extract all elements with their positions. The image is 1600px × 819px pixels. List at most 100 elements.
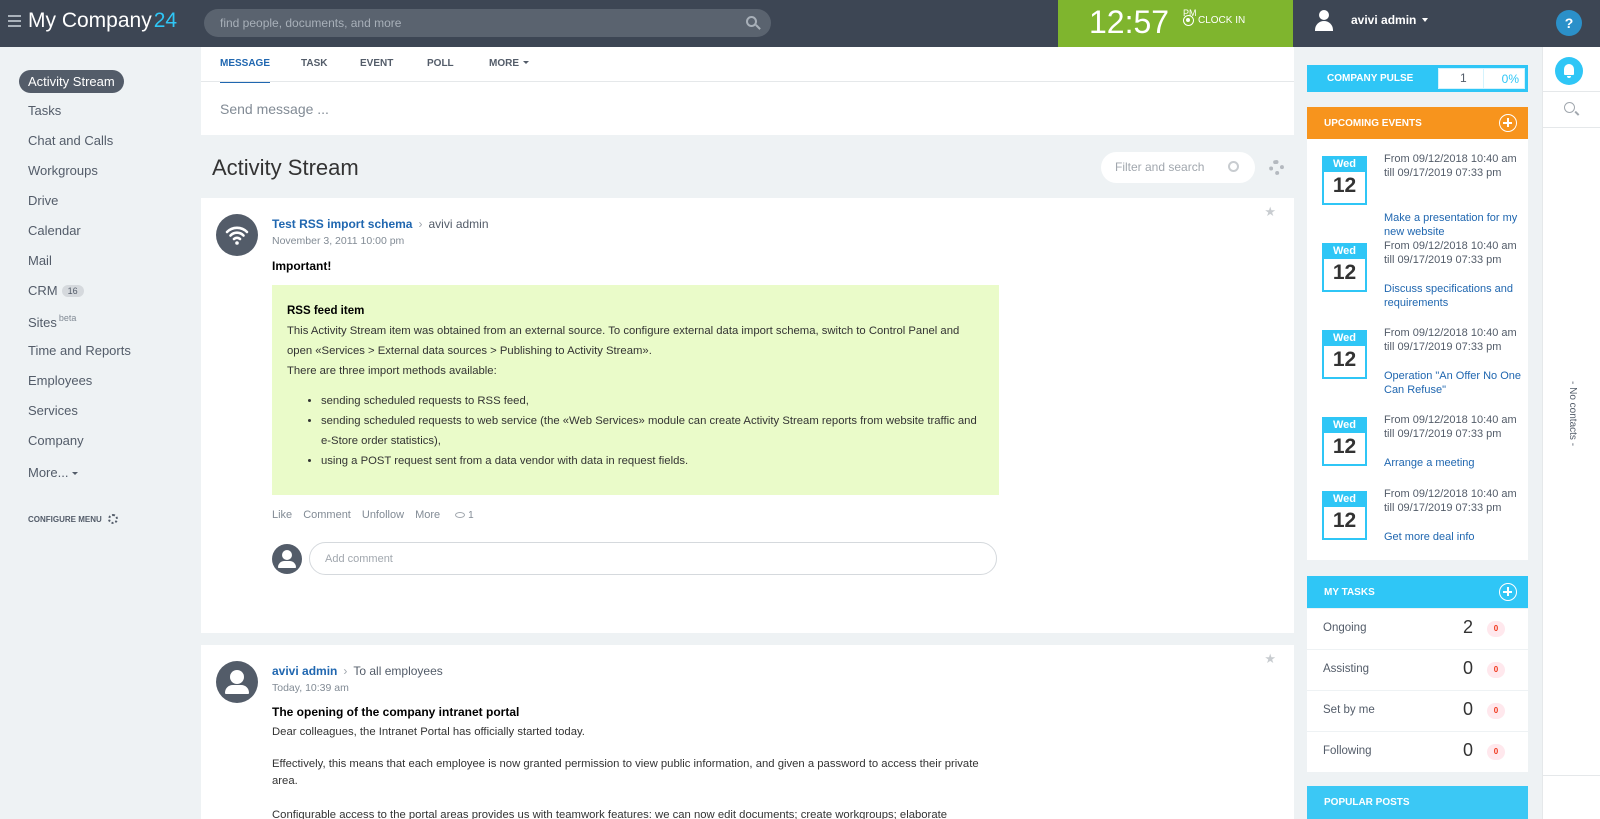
- post-title: The opening of the company intranet port…: [272, 705, 520, 719]
- post-recipient[interactable]: To all employees: [353, 664, 442, 678]
- task-row-following[interactable]: Following 0 0: [1307, 732, 1528, 773]
- event-link[interactable]: Arrange a meeting: [1384, 457, 1524, 471]
- task-row-assisting[interactable]: Assisting 0 0: [1307, 650, 1528, 691]
- popular-posts-header[interactable]: POPULAR POSTS: [1307, 786, 1528, 819]
- menu-item-chat[interactable]: Chat and Calls: [28, 133, 113, 148]
- calendar-icon: Wed 12: [1322, 156, 1367, 205]
- menu-item-drive[interactable]: Drive: [28, 193, 58, 208]
- post-author-link[interactable]: avivi admin: [272, 664, 337, 678]
- menu-icon[interactable]: [8, 15, 21, 27]
- menu-item-time-reports[interactable]: Time and Reports: [28, 343, 131, 358]
- configure-menu-button[interactable]: CONFIGURE MENU: [28, 514, 118, 524]
- tab-message[interactable]: MESSAGE: [220, 58, 271, 83]
- comment-button[interactable]: Comment: [303, 509, 351, 521]
- menu-item-more[interactable]: More...: [28, 465, 79, 480]
- task-row-ongoing[interactable]: Ongoing 2 0: [1307, 609, 1528, 650]
- task-row-set-by-me[interactable]: Set by me 0 0: [1307, 691, 1528, 732]
- upcoming-events-header: UPCOMING EVENTS: [1307, 107, 1528, 139]
- more-button[interactable]: More: [415, 509, 440, 521]
- message-input[interactable]: Send message ...: [220, 101, 329, 117]
- rss-box-text: There are three import methods available…: [287, 365, 497, 377]
- gear-icon[interactable]: [1269, 160, 1284, 175]
- list-item: sending scheduled requests to web servic…: [321, 411, 984, 451]
- event-link[interactable]: Make a presentation for my new website: [1384, 212, 1524, 239]
- left-menu: Activity Stream Tasks Chat and Calls Wor…: [0, 47, 200, 819]
- chevron-right-icon: ›: [418, 217, 423, 231]
- post-author-link[interactable]: Test RSS import schema: [272, 217, 412, 231]
- views-counter: 1: [455, 510, 474, 521]
- wifi-icon: [225, 226, 249, 245]
- divider: [1543, 775, 1600, 776]
- search-icon: [1228, 161, 1239, 172]
- right-sidebar: - No contacts -: [1542, 47, 1600, 819]
- post-date[interactable]: Today, 10:39 am: [272, 682, 349, 694]
- list-item: sending scheduled requests to RSS feed,: [321, 391, 984, 411]
- pulse-percent: 0%: [1501, 72, 1519, 86]
- avatar: [272, 544, 302, 574]
- chevron-down-icon: [1422, 18, 1429, 22]
- post-text: Dear colleagues, the Intranet Portal has…: [272, 726, 585, 738]
- divider: [201, 81, 1294, 82]
- task-count: 0: [1463, 740, 1474, 760]
- menu-item-company[interactable]: Company: [28, 433, 84, 448]
- rss-methods-list: sending scheduled requests to RSS feed, …: [321, 391, 984, 471]
- company-pulse[interactable]: COMPANY PULSE 1 0%: [1307, 65, 1528, 92]
- search-icon[interactable]: [1564, 102, 1575, 113]
- crm-badge: 16: [61, 285, 84, 297]
- bell-icon[interactable]: [1555, 57, 1583, 85]
- menu-item-crm[interactable]: CRM 16: [28, 283, 84, 298]
- like-button[interactable]: Like: [272, 509, 292, 521]
- event-time: From 09/12/2018 10:40 am till 09/17/2019…: [1384, 327, 1517, 353]
- star-icon[interactable]: ★: [1264, 204, 1276, 220]
- search-icon[interactable]: [746, 16, 757, 27]
- event-link[interactable]: Get more deal info: [1384, 531, 1524, 545]
- event-link[interactable]: Discuss specifications and requirements: [1384, 283, 1524, 310]
- my-tasks-header: MY TASKS: [1307, 576, 1528, 608]
- chevron-down-icon: [523, 61, 529, 64]
- post-author-line: Test RSS import schema › avivi admin: [272, 217, 489, 231]
- avatar: [216, 661, 258, 703]
- event-time: From 09/12/2018 10:40 am till 09/17/2019…: [1384, 240, 1517, 266]
- upcoming-events-list: Wed 12 From 09/12/2018 10:40 am till 09/1…: [1307, 139, 1528, 560]
- post-text: Effectively, this means that each employ…: [272, 758, 979, 787]
- menu-item-sites[interactable]: Sites beta: [28, 313, 76, 330]
- filter-search-input[interactable]: Filter and search: [1101, 152, 1255, 183]
- pulse-box: 1 0%: [1438, 68, 1525, 89]
- post-recipient[interactable]: avivi admin: [428, 217, 488, 231]
- add-task-icon[interactable]: [1499, 583, 1517, 601]
- calendar-icon: Wed 12: [1322, 491, 1367, 540]
- company-logo[interactable]: My Company24: [28, 9, 177, 33]
- menu-item-workgroups[interactable]: Workgroups: [28, 163, 98, 178]
- tab-task[interactable]: TASK: [301, 58, 327, 69]
- chevron-right-icon: ›: [343, 664, 348, 678]
- star-icon[interactable]: ★: [1264, 651, 1276, 667]
- user-menu[interactable]: avivi admin: [1313, 8, 1429, 32]
- record-icon: [1183, 15, 1194, 26]
- comment-input[interactable]: Add comment: [309, 542, 997, 575]
- menu-item-services[interactable]: Services: [28, 403, 78, 418]
- menu-item-mail[interactable]: Mail: [28, 253, 52, 268]
- menu-item-tasks[interactable]: Tasks: [28, 103, 61, 118]
- my-tasks-list: Ongoing 2 0 Assisting 0 0 Set by me 0 0 …: [1307, 609, 1528, 772]
- rss-box-title: RSS feed item: [287, 305, 365, 317]
- tab-poll[interactable]: POLL: [427, 58, 454, 69]
- unfollow-button[interactable]: Unfollow: [362, 509, 404, 521]
- divider: [1483, 69, 1484, 88]
- tab-event[interactable]: EVENT: [360, 58, 393, 69]
- post-date[interactable]: November 3, 2011 10:00 pm: [272, 235, 404, 247]
- menu-item-activity-stream[interactable]: Activity Stream: [19, 70, 124, 93]
- task-badge: 0: [1487, 703, 1505, 719]
- add-event-icon[interactable]: [1499, 114, 1517, 132]
- calendar-icon: Wed 12: [1322, 330, 1367, 379]
- beta-label: beta: [58, 313, 77, 323]
- event-time: From 09/12/2018 10:40 am till 09/17/2019…: [1384, 153, 1517, 179]
- event-link[interactable]: Operation "An Offer No One Can Refuse": [1384, 370, 1524, 397]
- rss-avatar: [216, 214, 258, 256]
- menu-item-employees[interactable]: Employees: [28, 373, 92, 388]
- menu-item-calendar[interactable]: Calendar: [28, 223, 81, 238]
- tab-more[interactable]: MORE: [489, 58, 529, 69]
- clock-in-button[interactable]: CLOCK IN: [1183, 15, 1245, 26]
- search-input[interactable]: find people, documents, and more: [204, 9, 771, 37]
- clock-widget[interactable]: 12:57 PM CLOCK IN: [1058, 0, 1293, 47]
- help-button[interactable]: ?: [1556, 10, 1582, 36]
